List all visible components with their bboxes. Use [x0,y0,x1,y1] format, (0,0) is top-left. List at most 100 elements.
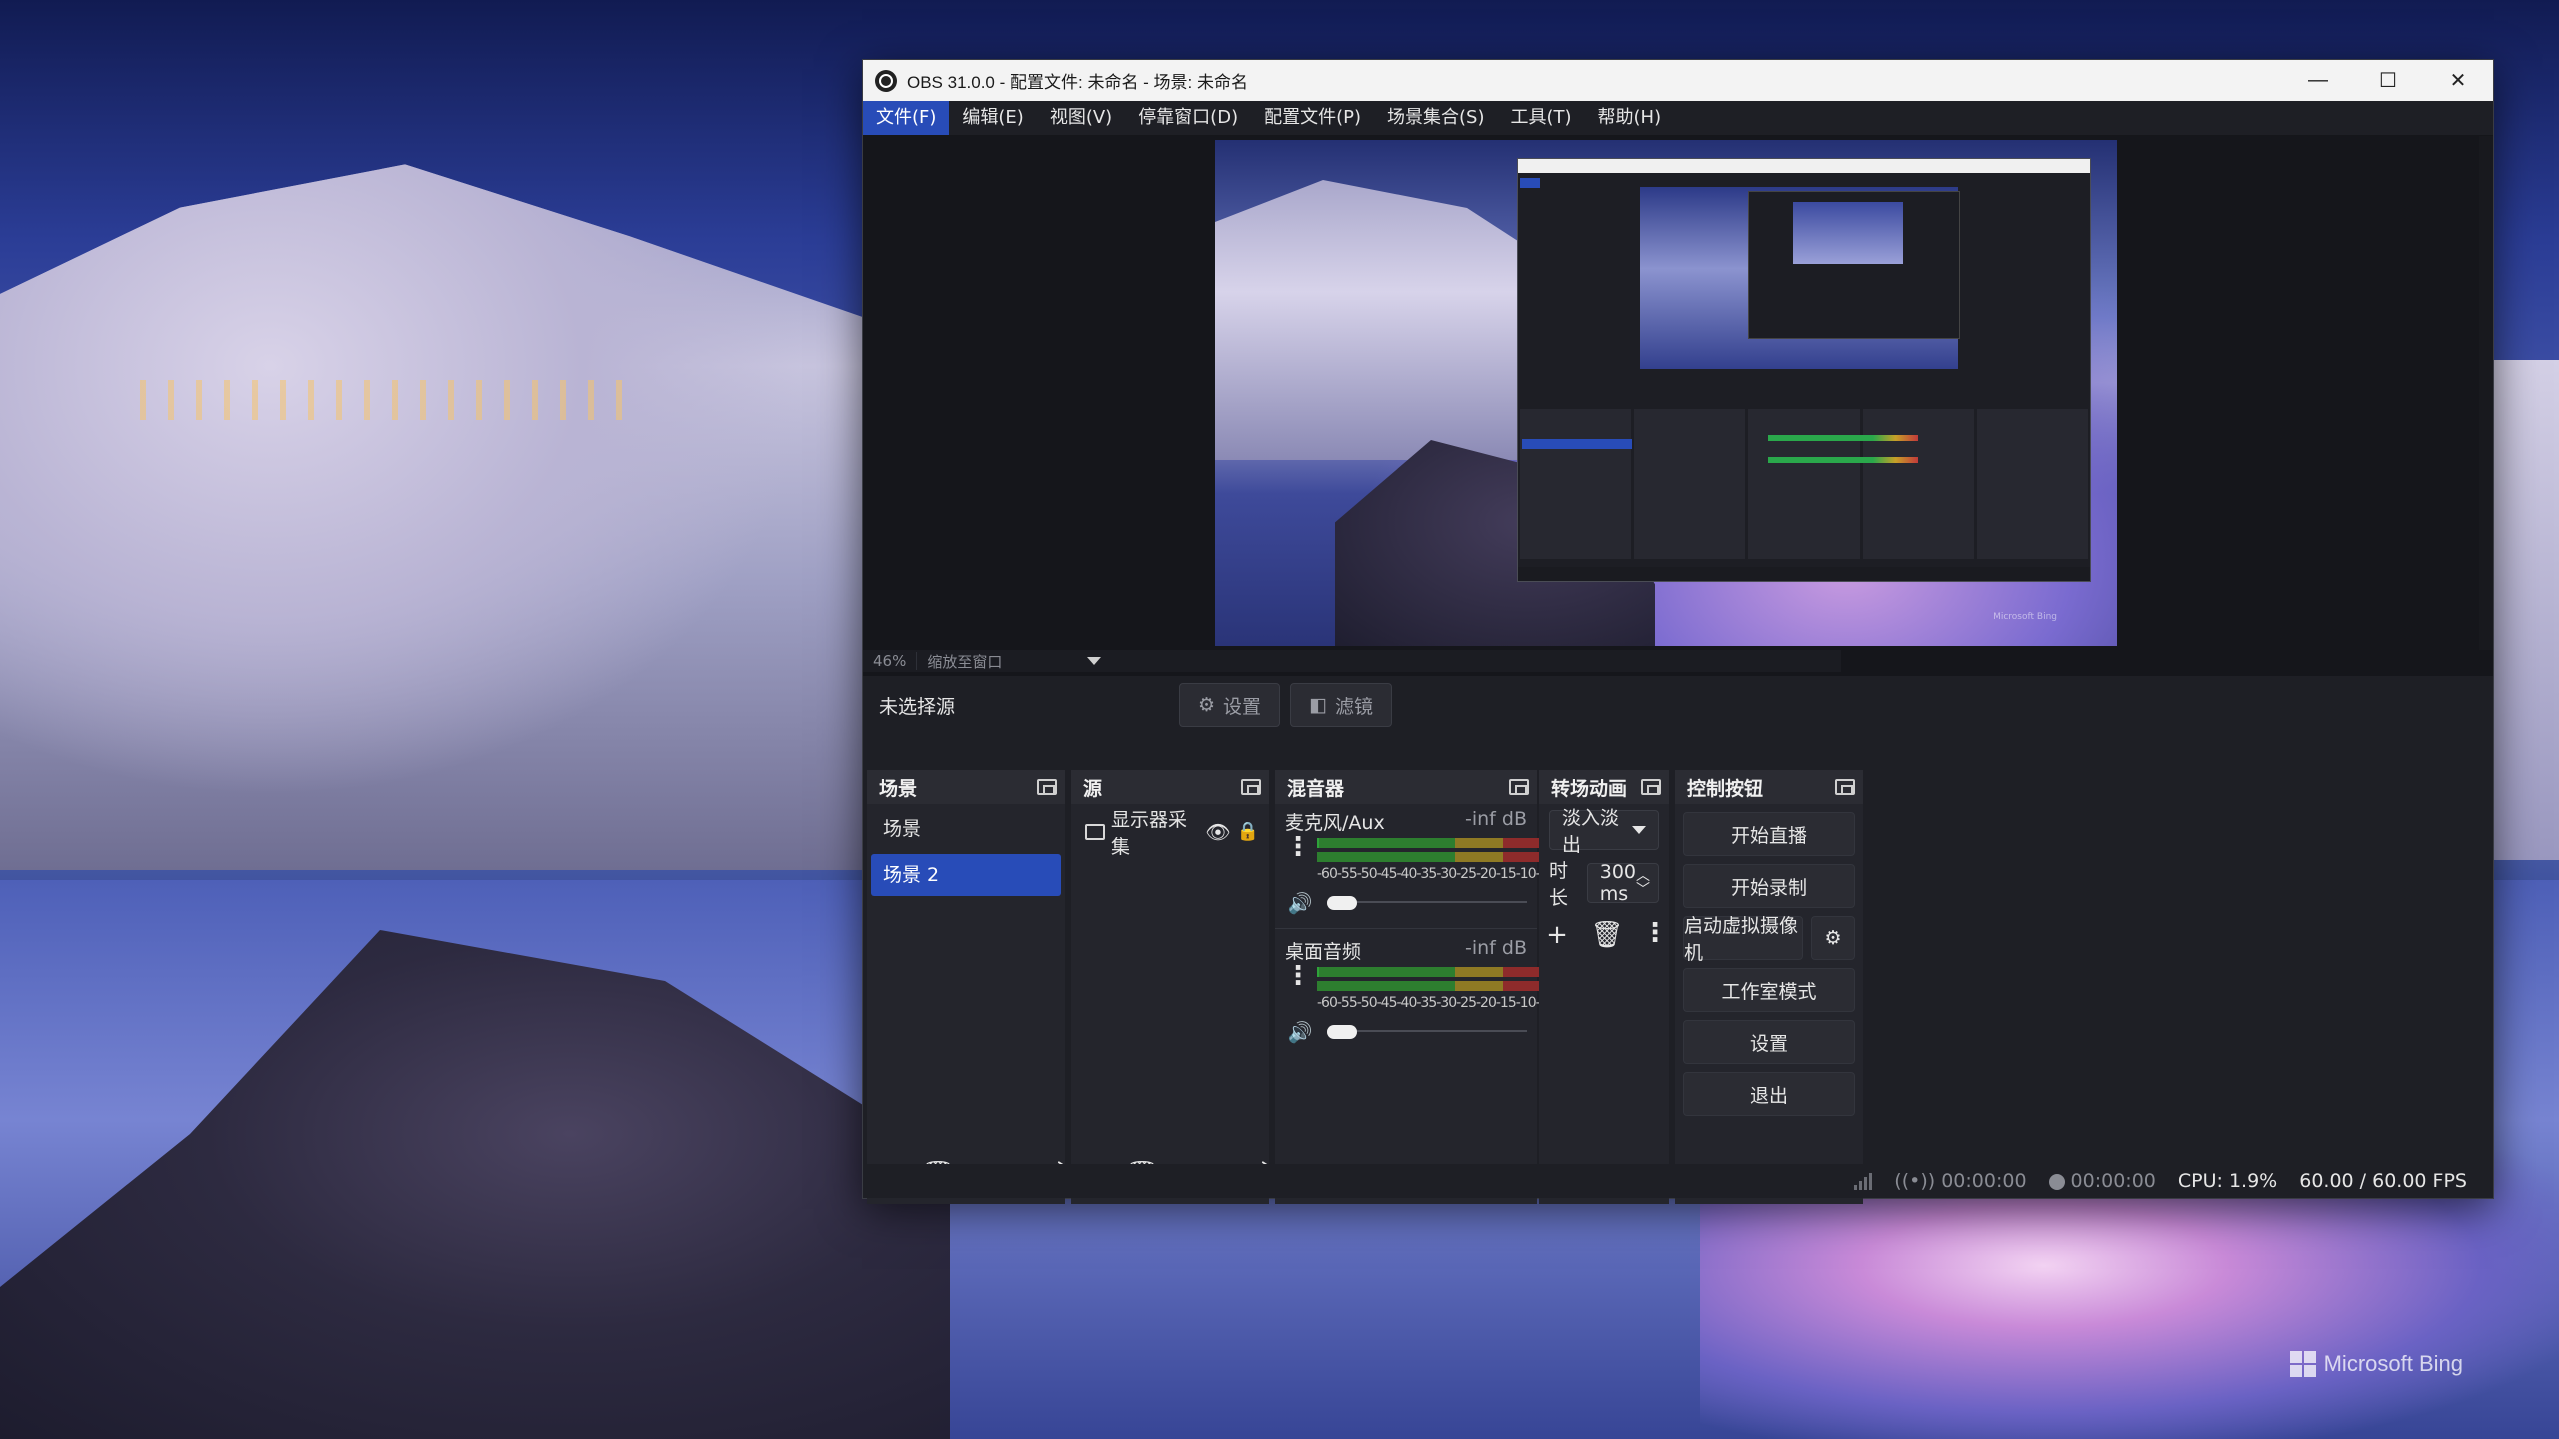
duration-label: 时长 [1549,860,1569,909]
filter-icon: ◧ [1309,694,1328,716]
scale-tick: -35 [1416,995,1437,1011]
close-button[interactable]: ✕ [2423,60,2493,101]
virtual-camera-row: 启动虚拟摄像机 ⚙ [1683,915,1855,964]
trash-icon[interactable]: 🗑 [1591,920,1624,950]
scale-tick: -30 [1436,995,1457,1011]
menu-profile[interactable]: 配置文件(P) [1251,101,1374,135]
controls-dock: 控制按钮 开始直播 开始录制 启动虚拟摄像机 ⚙ 工作室模式 设置 退出 [1675,770,1863,1204]
source-filters-label: 滤镜 [1335,695,1374,718]
add-icon[interactable]: + [1542,920,1572,950]
scene-item[interactable]: 场景 [871,808,1061,850]
scale-tick: -10 [1515,866,1537,882]
more-options-icon[interactable]: ⋮ [1285,963,1311,989]
undock-icon[interactable] [1509,779,1529,795]
volume-slider-knob[interactable] [1327,1025,1357,1039]
status-bar: ((•)) 00:00:00 00:00:00 CPU: 1.9% 60.00 … [863,1164,2493,1198]
duration-spinbox[interactable]: 300 ms ︿ ﹀ [1586,861,1659,905]
scenes-dock-title: 场景 [879,777,918,800]
sources-dock: 源 显示器采集 👁 🔒 + 🗑 ⚙ ︿ ﹀ [1071,770,1287,1204]
chevron-down-icon[interactable] [1087,657,1102,665]
menu-scene-collection[interactable]: 场景集合(S) [1374,101,1497,135]
sources-dock-header: 源 [1071,770,1269,804]
menu-tools[interactable]: 工具(T) [1497,101,1584,135]
microsoft-logo-icon [2289,1351,2316,1377]
source-filters-button[interactable]: ◧ 滤镜 [1290,683,1393,727]
controls-dock-title: 控制按钮 [1687,777,1764,800]
controls-dock-header: 控制按钮 [1675,770,1863,804]
speaker-icon[interactable]: 🔊 [1285,888,1315,918]
virtual-camera-settings-button[interactable]: ⚙ [1811,916,1855,960]
scale-tick: -50 [1356,995,1378,1011]
undock-icon[interactable] [1241,779,1261,795]
source-item-label: 显示器采集 [1111,809,1188,858]
preview-area[interactable]: Microsoft Bing 46% 缩放至窗口 [863,136,2493,714]
spin-arrows-icon[interactable]: ︿ ﹀ [1636,869,1650,897]
nested-meter [1768,457,1918,463]
volume-slider[interactable] [1327,896,1527,910]
menu-bar: 文件(F) 编辑(E) 视图(V) 停靠窗口(D) 配置文件(P) 场景集合(S… [863,101,2493,136]
mixer-track-desktop: 桌面音频 -inf dB ⋮ -60 -55 -50 -45 -40 -35 -30 -25-… [1275,933,1557,1047]
zoom-mode-select[interactable]: 缩放至窗口 [917,651,1087,672]
scale-tick: -40 [1396,995,1418,1011]
nested-obs-capture [1517,158,2091,582]
source-toolbar: 未选择源 ⚙ 设置 ◧ 滤镜 [863,676,2493,734]
source-settings-button[interactable]: ⚙ 设置 [1179,683,1281,727]
settings-button[interactable]: 设置 [1683,1020,1855,1064]
chevron-down-icon [1632,826,1646,834]
start-virtual-camera-button[interactable]: 启动虚拟摄像机 [1683,915,1803,964]
scale-tick: -20 [1476,866,1497,882]
cpu-usage: CPU: 1.9% [2177,1170,2278,1192]
studio-mode-button[interactable]: 工作室模式 [1683,968,1855,1012]
preview-vertical-scrollbar[interactable] [2479,136,2493,650]
volume-slider-knob[interactable] [1327,896,1357,910]
volume-slider[interactable] [1327,1025,1527,1039]
broadcast-icon: ((•)) [1894,1170,1936,1192]
undock-icon[interactable] [1641,779,1661,795]
speaker-icon[interactable]: 🔊 [1285,1017,1315,1047]
menu-edit[interactable]: 编辑(E) [949,101,1036,135]
duration-row: 时长 300 ms ︿ ﹀ [1549,856,1659,910]
minimize-button[interactable]: — [2283,60,2353,101]
track-name: 麦克风/Aux [1285,812,1385,834]
obs-logo-icon [875,69,897,92]
nested-meter [1768,435,1918,441]
transition-actions: + 🗑 ⋮ [1539,920,1669,950]
more-options-icon[interactable]: ⋮ [1285,834,1311,860]
source-item[interactable]: 显示器采集 👁 🔒 [1077,809,1263,858]
nested-title-bar [1518,159,2090,173]
undock-icon[interactable] [1835,779,1855,795]
title-bar[interactable]: OBS 31.0.0 - 配置文件: 未命名 - 场景: 未命名 — ☐ ✕ [863,60,2493,101]
fps-readout: 60.00 / 60.00 FPS [2299,1170,2467,1192]
bing-watermark-text: Microsoft Bing [2323,1351,2463,1376]
scale-tick: -10 [1515,995,1537,1011]
source-settings-label: 设置 [1223,695,1262,718]
nested-preview [1640,187,1960,369]
preview-canvas[interactable]: Microsoft Bing [1215,140,2117,646]
scene-transitions-dock: 转场动画 淡入淡出 时长 300 ms ︿ ﹀ + 🗑 ⋮ [1539,770,1669,1204]
lock-icon[interactable]: 🔒 [1233,817,1263,847]
duration-value: 300 ms [1599,861,1636,905]
transitions-dock-header: 转场动画 [1539,770,1669,804]
undock-icon[interactable] [1037,779,1057,795]
scene-item-selected[interactable]: 场景 2 [871,854,1061,896]
meter-scale: -60-55-50-45-40-35-30-25-20-15-10-50 [1317,866,1557,882]
menu-docks[interactable]: 停靠窗口(D) [1125,101,1251,135]
eye-icon[interactable]: 👁 [1203,817,1233,847]
mixer-track-mic: 麦克风/Aux -inf dB ⋮ -60 -55 -50 -45 -40 -35 -30-… [1275,804,1557,918]
transition-select[interactable]: 淡入淡出 [1549,807,1659,856]
preview-watermark: Microsoft Bing [1993,612,2057,622]
record-icon [2048,1173,2065,1190]
maximize-button[interactable]: ☐ [2353,60,2423,101]
exit-button[interactable]: 退出 [1683,1072,1855,1116]
monitor-icon [1085,824,1105,840]
sources-dock-title: 源 [1083,777,1103,800]
more-options-icon[interactable]: ⋮ [1642,920,1668,950]
meter-scale: -60-55-50-45-40-35-30-25-20-15-10-50 [1317,995,1557,1011]
scale-tick: -40 [1396,866,1418,882]
menu-file[interactable]: 文件(F) [863,101,950,135]
menu-help[interactable]: 帮助(H) [1585,101,1675,135]
start-recording-button[interactable]: 开始录制 [1683,864,1855,908]
start-streaming-button[interactable]: 开始直播 [1683,812,1855,856]
zoom-percent: 46% [863,652,918,670]
menu-view[interactable]: 视图(V) [1037,101,1125,135]
